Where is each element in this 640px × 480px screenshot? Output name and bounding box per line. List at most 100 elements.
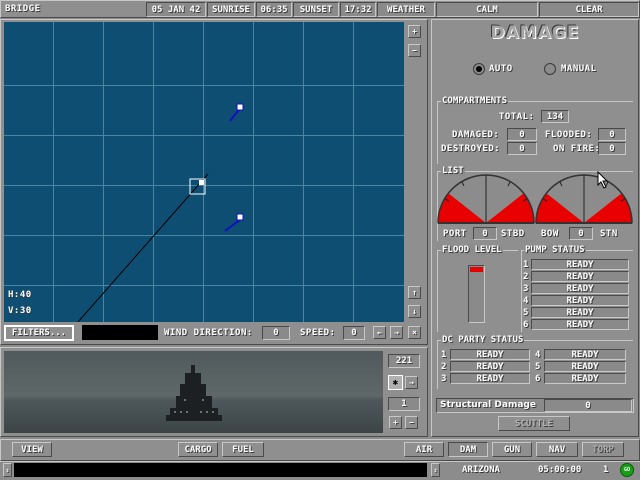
pump-status-2[interactable]: READY xyxy=(531,271,629,282)
pump-status-6[interactable]: READY xyxy=(531,319,629,330)
destroyed-value: 0 xyxy=(507,142,537,155)
dc-party-status-4[interactable]: READY xyxy=(544,349,626,360)
fuel-button[interactable]: FUEL xyxy=(222,442,264,457)
scuttle-button[interactable]: SCUTTLE xyxy=(498,416,570,431)
view-next-button[interactable]: → xyxy=(405,376,418,389)
pump-status-title: PUMP STATUS xyxy=(524,245,586,255)
scroll-left-button[interactable]: ← xyxy=(373,326,386,339)
wind-direction-label: WIND DIRECTION: xyxy=(164,328,253,338)
auto-label[interactable]: AUTO xyxy=(489,64,513,74)
port-label: PORT xyxy=(443,229,467,239)
port-stbd-gauge xyxy=(437,174,535,224)
dc-party-status-text: READY xyxy=(571,361,599,372)
dc-party-number: 1 xyxy=(441,350,447,360)
damaged-label: DAMAGED: xyxy=(452,130,500,140)
pump-number: 1 xyxy=(523,260,529,270)
own-ship-dot xyxy=(199,180,204,185)
damaged-value: 0 xyxy=(507,128,537,141)
zoom-out-button[interactable]: − xyxy=(408,44,421,57)
dc-party-status-3[interactable]: READY xyxy=(450,373,530,384)
view-heading: 221 xyxy=(388,354,420,368)
stn-label: STN xyxy=(600,229,618,239)
battleship-icon xyxy=(166,365,222,421)
view-button[interactable]: VIEW xyxy=(12,442,52,457)
dc-party-status-text: READY xyxy=(571,373,599,384)
bow-value: 0 xyxy=(569,227,593,240)
scroll-up-button[interactable]: ↑ xyxy=(408,286,421,299)
structural-damage-value: 0 xyxy=(544,399,632,412)
on-fire-label: ON FIRE: xyxy=(553,144,601,154)
port-value: 0 xyxy=(473,227,497,240)
map-grid xyxy=(4,22,404,322)
game-time: 05:00:00 xyxy=(538,465,582,475)
map-svg xyxy=(4,22,404,322)
ship-name: ARIZONA xyxy=(462,465,500,475)
sunrise-label: SUNRISE xyxy=(207,2,255,17)
pump-status-text: READY xyxy=(566,295,594,306)
view-index: 1 xyxy=(388,397,420,411)
sunset-time: 17:32 xyxy=(340,2,376,17)
gun-button[interactable]: GUN xyxy=(492,442,532,457)
pump-status-text: READY xyxy=(566,271,594,282)
top-bar: BRIDGE 05 JAN 42 SUNRISE 06:35 SUNSET 17… xyxy=(0,0,640,18)
dc-party-status-6[interactable]: READY xyxy=(544,373,626,384)
pump-status-4[interactable]: READY xyxy=(531,295,629,306)
pump-number: 3 xyxy=(523,284,529,294)
v-coordinate: V:30 xyxy=(8,306,32,316)
pump-status-3[interactable]: READY xyxy=(531,283,629,294)
dc-party-status-2[interactable]: READY xyxy=(450,361,530,372)
filters-button[interactable]: FILTERS... xyxy=(4,325,74,341)
pump-number: 4 xyxy=(523,296,529,306)
go-button[interactable]: GO xyxy=(620,463,634,477)
flood-level-fill xyxy=(470,267,483,272)
pump-number: 6 xyxy=(523,320,529,330)
scroll-down-button[interactable]: ↓ xyxy=(408,305,421,318)
tactical-map[interactable]: H:40 V:30 xyxy=(4,22,404,322)
auto-radio[interactable] xyxy=(473,63,485,75)
map-reset-button[interactable]: × xyxy=(408,326,421,339)
bow-label: BOW xyxy=(541,229,559,239)
heading-line xyxy=(77,173,209,322)
pump-status-5[interactable]: READY xyxy=(531,307,629,318)
contact-marker-2[interactable] xyxy=(236,213,244,221)
mouse-cursor-icon xyxy=(597,171,609,189)
pump-status-text: READY xyxy=(566,283,594,294)
total-label: TOTAL: xyxy=(499,112,535,122)
view-zoom-in-button[interactable]: + xyxy=(389,416,402,429)
dc-party-status-5[interactable]: READY xyxy=(544,361,626,372)
dc-party-status-text: READY xyxy=(476,373,504,384)
nav-button[interactable]: NAV xyxy=(536,442,578,457)
log-scroll-button[interactable]: ⇕ xyxy=(3,463,12,477)
speed-value: 0 xyxy=(343,326,365,340)
auto-radio-dot xyxy=(476,66,482,72)
h-coordinate: H:40 xyxy=(8,290,32,300)
crosshair-icon: ✱ xyxy=(392,377,399,388)
compartments-title: COMPARTMENTS xyxy=(441,96,509,106)
pump-number: 2 xyxy=(523,272,529,282)
weather-sky: CLEAR xyxy=(539,2,639,17)
view-zoom-out-button[interactable]: − xyxy=(405,416,418,429)
pump-status-1[interactable]: READY xyxy=(531,259,629,270)
manual-label[interactable]: MANUAL xyxy=(561,64,597,74)
scroll-right-button[interactable]: → xyxy=(390,326,403,339)
date-display: 05 JAN 42 xyxy=(146,2,206,17)
go-label: GO xyxy=(623,467,631,473)
flooded-value: 0 xyxy=(598,128,626,141)
dc-party-number: 5 xyxy=(535,362,541,372)
sunset-label: SUNSET xyxy=(293,2,339,17)
contact-marker-1[interactable] xyxy=(236,103,244,111)
air-button[interactable]: AIR xyxy=(404,442,444,457)
total-value: 134 xyxy=(541,110,569,123)
flood-level-title: FLOOD LEVEL xyxy=(441,245,503,255)
manual-radio[interactable] xyxy=(544,63,556,75)
ship-scroll-button[interactable]: ⇕ xyxy=(431,463,440,477)
zoom-in-button[interactable]: + xyxy=(408,25,421,38)
sunrise-time: 06:35 xyxy=(256,2,292,17)
view-target-button[interactable]: ✱ xyxy=(388,375,403,390)
dam-button[interactable]: DAM xyxy=(448,442,488,457)
stbd-label: STBD xyxy=(501,229,525,239)
dc-party-status-1[interactable]: READY xyxy=(450,349,530,360)
cargo-button[interactable]: CARGO xyxy=(178,442,218,457)
contact-track-2 xyxy=(224,218,242,232)
torp-button[interactable]: TORP xyxy=(582,442,624,457)
